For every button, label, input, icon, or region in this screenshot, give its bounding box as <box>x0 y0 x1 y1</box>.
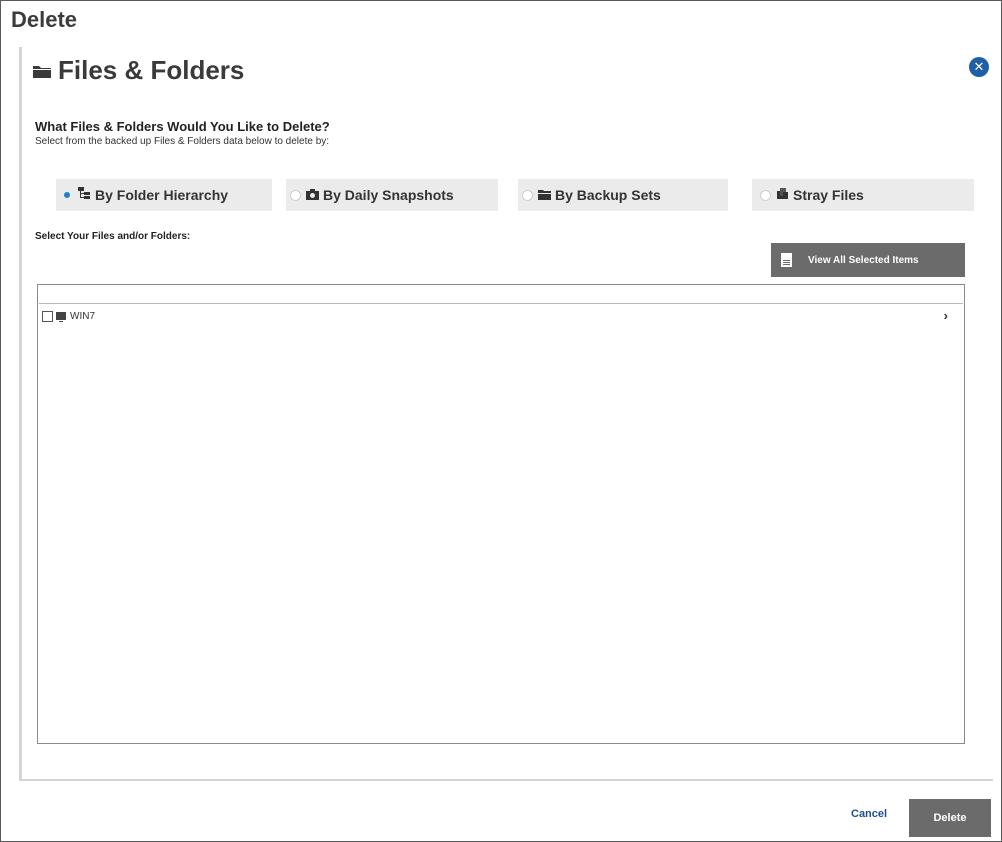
radio-selected-indicator <box>62 190 73 201</box>
close-icon[interactable]: ✕ <box>969 57 989 77</box>
view-all-selected-label: View All Selected Items <box>808 254 919 266</box>
camera-icon <box>305 188 319 203</box>
dialog-title: Delete <box>11 7 78 32</box>
chevron-right-icon[interactable]: › <box>944 308 948 323</box>
select-files-label: Select Your Files and/or Folders: <box>35 231 191 242</box>
file-tree: WIN7 › <box>37 284 965 744</box>
radio-label: By Folder Hierarchy <box>95 187 229 203</box>
radio-unselected-indicator <box>290 189 301 201</box>
radio-by-backup-sets[interactable]: By Backup Sets <box>518 179 728 211</box>
folder-icon <box>537 188 551 203</box>
folder-icon <box>32 63 52 79</box>
radio-by-daily-snapshots[interactable]: By Daily Snapshots <box>286 179 498 211</box>
radio-unselected-indicator <box>760 189 771 201</box>
delete-button[interactable]: Delete <box>909 799 991 837</box>
tree-node-win7[interactable]: WIN7 › <box>42 307 960 325</box>
computer-icon <box>56 312 66 322</box>
folder-hierarchy-icon <box>77 187 91 203</box>
delete-mode-options: By Folder Hierarchy By Daily Snapshots B… <box>56 179 974 211</box>
tree-header <box>39 285 963 304</box>
view-all-selected-button[interactable]: View All Selected Items <box>771 243 965 277</box>
radio-label: Stray Files <box>793 187 864 203</box>
delete-instructions: Select from the backed up Files & Folder… <box>35 136 330 147</box>
delete-question: What Files & Folders Would You Like to D… <box>35 119 330 134</box>
delete-dialog: Delete Files & Folders ✕ What Files & Fo… <box>0 0 1002 842</box>
document-icon <box>781 253 792 267</box>
tree-node-label: WIN7 <box>70 310 95 322</box>
radio-label: By Daily Snapshots <box>323 187 454 203</box>
panel-header: Files & Folders <box>32 55 244 86</box>
radio-stray-files[interactable]: Stray Files <box>752 179 974 211</box>
panel-title: Files & Folders <box>58 55 245 85</box>
stray-files-icon <box>775 187 789 203</box>
radio-by-folder-hierarchy[interactable]: By Folder Hierarchy <box>56 179 272 211</box>
radio-label: By Backup Sets <box>555 187 661 203</box>
files-folders-panel: Files & Folders ✕ What Files & Folders W… <box>19 47 993 781</box>
radio-unselected-indicator <box>522 189 533 201</box>
tree-node-checkbox[interactable] <box>42 310 53 322</box>
cancel-button[interactable]: Cancel <box>851 808 887 820</box>
